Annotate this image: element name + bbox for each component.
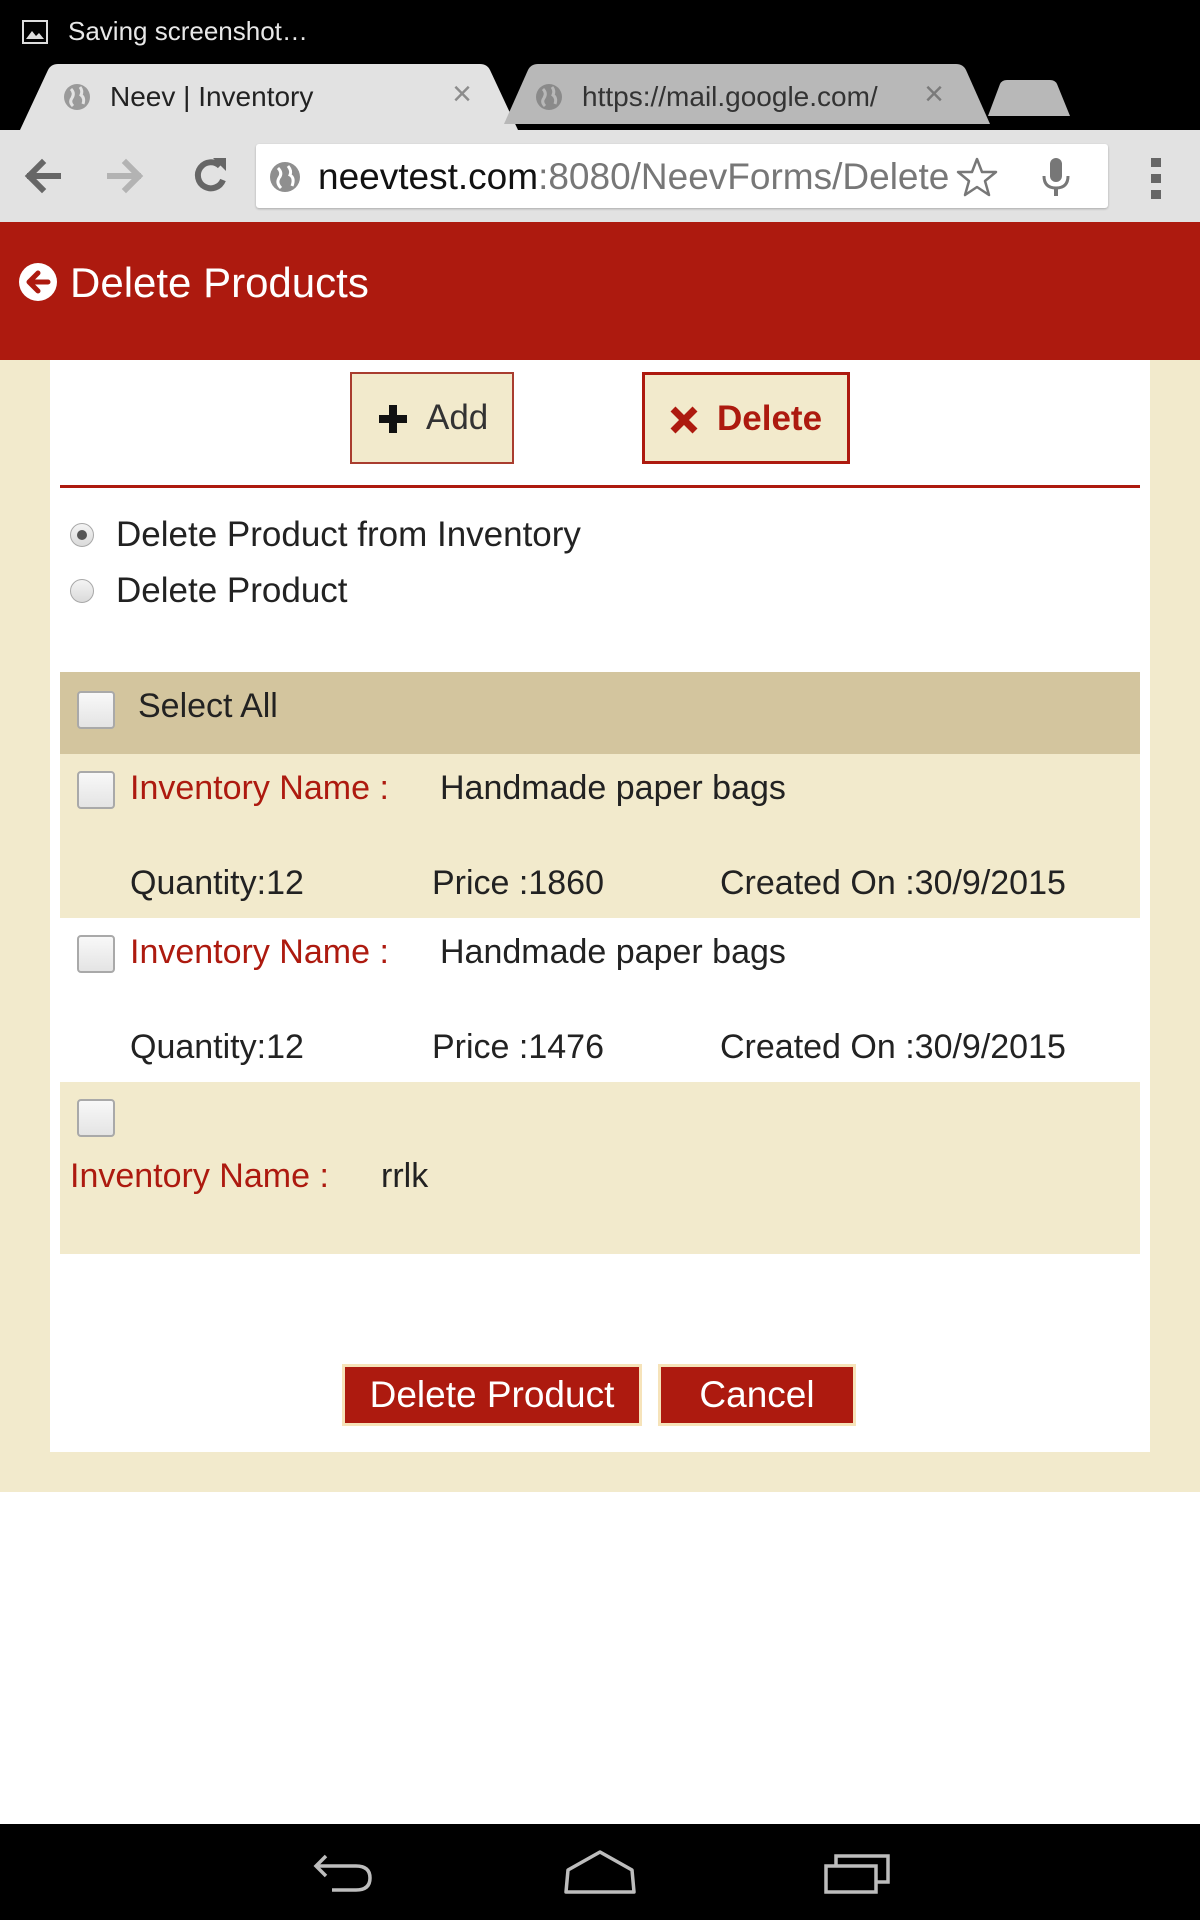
page-title: Delete Products — [70, 259, 369, 306]
browser-toolbar: neevtest.com:8080/NeevForms/Delete — [0, 130, 1200, 222]
delete-mode-button[interactable]: Delete — [642, 372, 850, 464]
url-bar[interactable]: neevtest.com:8080/NeevForms/Delete — [256, 144, 1108, 208]
inventory-name-label: Inventory Name : — [130, 933, 389, 971]
radio-delete-from-inventory[interactable]: Delete Product from Inventory — [68, 511, 628, 561]
tab-title: https://mail.google.com/ — [582, 81, 878, 112]
globe-icon — [64, 84, 90, 110]
system-nav-bar — [0, 1824, 1200, 1920]
bookmark-star-icon[interactable] — [956, 156, 998, 198]
inventory-name-label: Inventory Name : — [70, 1157, 329, 1195]
radio-label: Delete Product — [116, 571, 348, 610]
quantity: Quantity:12 — [130, 1028, 304, 1066]
item-checkbox[interactable] — [77, 1099, 115, 1137]
inventory-name: rrlk — [381, 1157, 429, 1195]
select-all-row: Select All — [60, 672, 1140, 754]
radio-button[interactable] — [70, 523, 94, 547]
globe-icon — [536, 84, 562, 110]
close-icon[interactable]: × — [442, 74, 482, 114]
add-button[interactable]: Add — [350, 372, 514, 464]
inventory-name: Handmade paper bags — [440, 769, 786, 807]
url-text: neevtest.com:8080/NeevForms/Delete — [318, 157, 949, 197]
add-label: Add — [426, 398, 489, 437]
created-on: Created On :30/9/2015 — [720, 864, 1066, 902]
image-icon — [22, 20, 48, 44]
item-checkbox[interactable] — [77, 771, 115, 809]
overflow-menu-icon[interactable] — [1138, 154, 1174, 202]
status-text: Saving screenshot… — [68, 16, 308, 46]
list-item: Inventory Name : Handmade paper bags Qua… — [60, 918, 1140, 1082]
delete-label: Delete — [717, 399, 823, 438]
inventory-name: Handmade paper bags — [440, 933, 786, 971]
created-on: Created On :30/9/2015 — [720, 1028, 1066, 1066]
inventory-name-label: Inventory Name : — [130, 769, 389, 807]
delete-product-button[interactable]: Delete Product — [342, 1364, 642, 1426]
price: Price :1860 — [432, 864, 604, 902]
price: Price :1476 — [432, 1028, 604, 1066]
globe-icon — [270, 162, 300, 192]
forward-arrow-icon[interactable] — [98, 148, 154, 204]
status-bar: Saving screenshot… — [0, 0, 1200, 64]
quantity: Quantity:12 — [130, 864, 304, 902]
close-x-icon — [670, 406, 698, 434]
radio-button[interactable] — [70, 579, 94, 603]
plus-icon — [379, 405, 407, 433]
radio-delete-product[interactable]: Delete Product — [68, 567, 408, 617]
item-checkbox[interactable] — [77, 935, 115, 973]
close-icon[interactable]: × — [914, 74, 954, 114]
tab-strip: Neev | Inventory × https://mail.google.c… — [0, 64, 1200, 130]
recent-apps-icon[interactable] — [818, 1846, 898, 1898]
new-tab-button[interactable] — [988, 80, 1070, 116]
tab-title: Neev | Inventory — [110, 81, 314, 112]
list-item: Inventory Name : rrlk — [60, 1082, 1140, 1254]
list-item: Inventory Name : Handmade paper bags Qua… — [60, 754, 1140, 918]
divider — [60, 485, 1140, 488]
back-arrow-icon[interactable] — [14, 148, 70, 204]
microphone-icon[interactable] — [1036, 156, 1076, 198]
select-all-checkbox[interactable] — [77, 691, 115, 729]
home-icon[interactable] — [560, 1846, 640, 1898]
url-host: neevtest.com — [318, 156, 539, 197]
reload-icon[interactable] — [182, 148, 238, 204]
back-circle-icon[interactable] — [18, 262, 58, 302]
radio-label: Delete Product from Inventory — [116, 515, 581, 554]
url-path: :8080/NeevForms/Delete — [538, 156, 950, 197]
back-icon[interactable] — [304, 1846, 384, 1898]
select-all-label: Select All — [138, 687, 278, 725]
cancel-button[interactable]: Cancel — [658, 1364, 856, 1426]
